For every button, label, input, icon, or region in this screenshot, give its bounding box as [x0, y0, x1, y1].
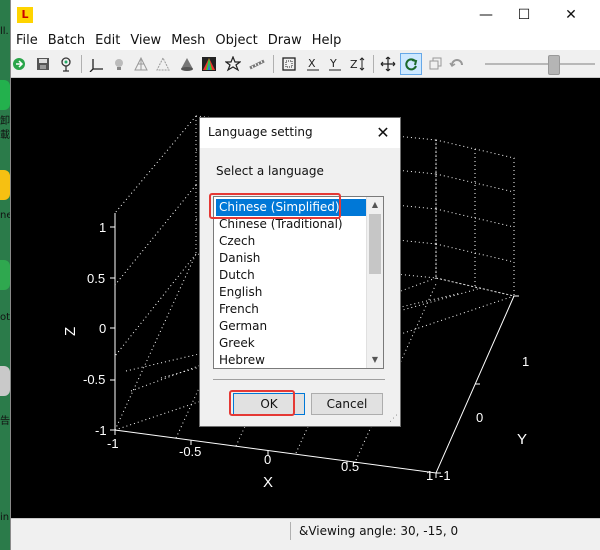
svg-text:X: X — [308, 57, 316, 70]
zoom-slider-track[interactable] — [485, 63, 595, 65]
dialog-separator — [213, 379, 385, 380]
z-view-icon[interactable]: Z — [348, 54, 368, 74]
colormap-icon[interactable] — [199, 54, 219, 74]
select-language-label: Select a language — [216, 164, 324, 178]
dialog-title-bar[interactable]: Language setting ✕ — [200, 118, 400, 148]
menu-help[interactable]: Help — [307, 33, 347, 48]
axes-icon[interactable] — [87, 54, 107, 74]
zoom-slider-thumb[interactable] — [548, 55, 560, 75]
desktop-app-icon[interactable] — [0, 170, 10, 200]
svg-text:Y: Y — [329, 57, 337, 70]
x-tick-label: 1 — [426, 468, 433, 483]
z-tick-label: 0.5 — [87, 271, 105, 286]
network-icon[interactable] — [56, 54, 76, 74]
star-icon[interactable] — [223, 54, 243, 74]
desktop-app-icon[interactable] — [0, 80, 10, 110]
close-window-button[interactable]: ✕ — [548, 0, 594, 30]
undo-icon[interactable] — [447, 54, 467, 74]
toolbar-separator — [81, 55, 82, 73]
y-axis-label: Y — [517, 431, 527, 448]
ok-highlight-box — [229, 390, 295, 416]
language-option[interactable]: Dutch — [216, 267, 366, 284]
language-option[interactable]: Hebrew — [216, 352, 366, 368]
language-option[interactable]: Czech — [216, 233, 366, 250]
menu-view[interactable]: View — [125, 33, 166, 48]
x-tick-label: -1 — [107, 436, 119, 451]
menu-mesh[interactable]: Mesh — [166, 33, 210, 48]
desktop-label: ot — [0, 312, 11, 323]
language-option[interactable]: Greek — [216, 335, 366, 352]
status-divider — [290, 522, 291, 540]
desktop-label: 載 — [0, 130, 10, 141]
ruler-icon[interactable] — [247, 54, 267, 74]
selection-highlight-box — [209, 193, 341, 219]
scrollbar-thumb[interactable] — [369, 214, 381, 274]
menu-batch[interactable]: Batch — [43, 33, 90, 48]
toolbar-separator — [373, 55, 374, 73]
z-axis-label: Z — [62, 327, 79, 336]
title-bar[interactable]: L — ☐ ✕ — [11, 0, 600, 30]
wireframe-icon[interactable] — [131, 54, 151, 74]
menu-edit[interactable]: Edit — [90, 33, 125, 48]
toolbar-separator — [273, 55, 274, 73]
rotate-icon[interactable] — [400, 53, 422, 75]
resize-grip-icon[interactable]: ⋰ — [389, 414, 398, 424]
save-icon[interactable] — [33, 54, 53, 74]
language-option[interactable]: German — [216, 318, 366, 335]
app-logo-icon: L — [17, 7, 33, 23]
language-option[interactable]: Danish — [216, 250, 366, 267]
language-option[interactable]: French — [216, 301, 366, 318]
z-tick-label: 0 — [99, 321, 106, 336]
z-tick-label: 1 — [99, 220, 106, 235]
desktop-app-icon[interactable] — [0, 366, 10, 396]
menu-object[interactable]: Object — [210, 33, 262, 48]
desktop-label: 告 — [0, 416, 10, 427]
solid-icon[interactable] — [177, 54, 197, 74]
scroll-down-icon[interactable]: ▼ — [367, 352, 383, 368]
shaded-icon[interactable] — [153, 54, 173, 74]
y-tick-label: -1 — [439, 468, 451, 483]
x-axis-label: X — [263, 474, 273, 491]
menu-draw[interactable]: Draw — [263, 33, 307, 48]
y-tick-label: 1 — [522, 354, 529, 369]
desktop-label: 卸 — [0, 116, 10, 127]
cancel-button[interactable]: Cancel — [311, 393, 383, 415]
menu-file[interactable]: File — [11, 33, 43, 48]
language-option[interactable]: English — [216, 284, 366, 301]
z-tick-label: -0.5 — [83, 372, 105, 387]
open-icon[interactable] — [9, 54, 29, 74]
menu-bar: File Batch Edit View Mesh Object Draw He… — [11, 30, 600, 50]
desktop-app-icon[interactable] — [0, 260, 10, 290]
x-tick-label: 0 — [264, 452, 271, 467]
x-tick-label: -0.5 — [179, 444, 201, 459]
x-tick-label: 0.5 — [341, 459, 359, 474]
sync-icon[interactable] — [425, 54, 445, 74]
listbox-scrollbar[interactable]: ▲ ▼ — [366, 197, 383, 368]
light-icon[interactable] — [109, 54, 129, 74]
dialog-title: Language setting — [208, 125, 313, 139]
desktop-label: in — [0, 512, 10, 523]
maximize-button[interactable]: ☐ — [501, 0, 547, 30]
box-icon[interactable] — [279, 54, 299, 74]
scroll-up-icon[interactable]: ▲ — [367, 197, 383, 213]
xz-view-icon[interactable]: Y — [325, 54, 345, 74]
viewing-angle-status: &Viewing angle: 30, -15, 0 — [299, 524, 459, 538]
language-dialog: Language setting ✕ Select a language Chi… — [199, 117, 401, 427]
move-icon[interactable] — [378, 54, 398, 74]
xy-view-icon[interactable]: X — [303, 54, 323, 74]
svg-text:Z: Z — [350, 58, 358, 71]
language-listbox[interactable]: Chinese (Simplified) Chinese (Traditiona… — [213, 196, 384, 369]
z-tick-label: -1 — [95, 423, 107, 438]
dialog-close-button[interactable]: ✕ — [372, 122, 394, 144]
desktop-label: ll. — [0, 26, 9, 37]
status-bar: &Viewing angle: 30, -15, 0 — [11, 518, 600, 543]
y-tick-label: 0 — [476, 410, 483, 425]
